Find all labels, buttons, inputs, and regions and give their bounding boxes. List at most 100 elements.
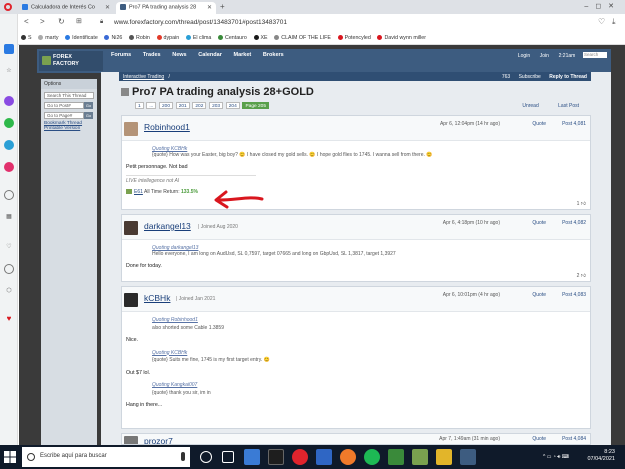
app-icon[interactable]	[460, 449, 476, 465]
history-icon[interactable]	[4, 264, 14, 274]
bookmark-xe[interactable]: XE	[253, 35, 268, 41]
quote-header[interactable]: Quoting Robinhood1	[152, 317, 590, 325]
heart-icon[interactable]: ♡	[4, 242, 14, 252]
bookmark-el-clima[interactable]: El clima	[185, 35, 211, 41]
go-to-post-input[interactable]: Go to Post# Go	[44, 102, 93, 109]
reload-icon[interactable]: ↻	[58, 17, 65, 26]
pin-icon[interactable]: ♥	[4, 314, 14, 324]
bookmark-marty[interactable]: marty	[38, 35, 58, 41]
windows-start-icon[interactable]	[4, 451, 16, 463]
bookmark-s[interactable]: S	[21, 35, 32, 41]
page-link[interactable]: ...	[146, 102, 157, 109]
bookmark-centauro[interactable]: Centauro	[218, 35, 247, 41]
speed-dial-grid-icon[interactable]: ⊞	[76, 17, 82, 25]
page-link[interactable]: 204	[225, 102, 240, 109]
go-page-button[interactable]: Go	[84, 112, 93, 119]
like-count[interactable]: 2 👍︎	[577, 273, 586, 279]
messenger-icon[interactable]	[4, 96, 14, 106]
nav-trades[interactable]: Trades	[143, 52, 161, 58]
page-link[interactable]: 200	[159, 102, 174, 109]
nav-calendar[interactable]: Calendar	[198, 52, 222, 58]
app-icon[interactable]	[388, 449, 404, 465]
join-link[interactable]: Join	[540, 53, 549, 59]
username[interactable]: prozor7	[144, 436, 173, 444]
quote-header[interactable]: Quoting KCBHk	[152, 350, 590, 358]
nav-market[interactable]: Market	[234, 52, 252, 58]
go-to-page-input[interactable]: Go to Page# Go	[44, 112, 93, 119]
bookmark-potencyled[interactable]: Potencyled	[337, 35, 371, 41]
printable-version-link[interactable]: Printable Version	[44, 126, 94, 131]
subscribe-button[interactable]: Subscribe	[519, 74, 541, 80]
last-post-button[interactable]: Last Post	[558, 103, 579, 109]
login-link[interactable]: Login	[518, 53, 530, 59]
window-controls[interactable]: –◻✕	[584, 2, 621, 10]
grid-icon[interactable]: ▦	[4, 212, 14, 222]
heart-icon[interactable]: ♡	[598, 17, 605, 26]
username[interactable]: darkangel13	[144, 221, 191, 231]
go-post-button[interactable]: Go	[84, 102, 93, 109]
quote-button[interactable]: Quote	[532, 121, 546, 127]
bookmark-claim[interactable]: CLAIM OF THE LIFE	[274, 35, 331, 41]
username[interactable]: kCBHk	[144, 293, 170, 303]
taskbar-clock[interactable]: 8:23 07/04/2021	[587, 449, 615, 463]
opera-logo-icon[interactable]	[4, 3, 12, 11]
nav-brokers[interactable]: Brokers	[263, 52, 284, 58]
download-icon[interactable]: ⤓	[612, 17, 616, 27]
quote-header[interactable]: Quoting Kangkai007	[152, 382, 590, 390]
bookmark-identificate[interactable]: Identificate	[65, 35, 98, 41]
post-number[interactable]: Post 4,083	[562, 292, 586, 298]
star-icon[interactable]: ☆	[4, 66, 14, 76]
bookmark-dypain[interactable]: dypain	[156, 35, 179, 41]
avatar[interactable]	[124, 436, 138, 444]
extensions-icon[interactable]: ⬡	[4, 286, 14, 296]
bookmark-ni26[interactable]: Ni26	[104, 35, 122, 41]
search-thread-input[interactable]: Search This Thread	[44, 92, 94, 99]
new-tab-icon[interactable]: +	[220, 2, 225, 11]
microphone-icon[interactable]	[181, 452, 185, 461]
quote-button[interactable]: Quote	[532, 220, 546, 226]
page-link[interactable]: 202	[192, 102, 207, 109]
post-number[interactable]: Post 4,084	[562, 436, 586, 442]
instagram-icon[interactable]	[4, 162, 14, 172]
app-icon[interactable]	[244, 449, 260, 465]
task-view-icon[interactable]	[222, 451, 234, 463]
taskbar-search-input[interactable]: Escribe aquí para buscar	[22, 447, 190, 467]
spotify-icon[interactable]	[364, 449, 380, 465]
breadcrumb[interactable]: Interactive Trading	[123, 74, 164, 80]
bookmark-david[interactable]: David wynn miller	[377, 35, 426, 41]
quote-button[interactable]: Quote	[532, 436, 546, 442]
search-input[interactable]: Search	[583, 52, 607, 58]
edge-icon[interactable]	[316, 449, 332, 465]
nav-forums[interactable]: Forums	[111, 52, 131, 58]
url-field[interactable]: www.forexfactory.com/thread/post/1348370…	[114, 19, 287, 26]
browser-tab-forexfactory[interactable]: Pro7 PA trading analysis 28 ✕	[116, 2, 216, 14]
page-link[interactable]: 1	[135, 102, 144, 109]
quote-button[interactable]: Quote	[532, 292, 546, 298]
unread-button[interactable]: Unread	[522, 103, 538, 109]
whatsapp-icon[interactable]	[4, 118, 14, 128]
page-link[interactable]: 203	[209, 102, 224, 109]
cortana-icon[interactable]	[200, 451, 212, 463]
app-icon[interactable]	[412, 449, 428, 465]
avatar[interactable]	[124, 221, 138, 235]
page-link[interactable]: 201	[175, 102, 190, 109]
reply-button[interactable]: Reply to Thread	[549, 74, 587, 80]
avatar[interactable]	[124, 293, 138, 307]
app-icon[interactable]	[268, 449, 284, 465]
system-tray[interactable]: ^ ▭ ◔ 🔊︎ ⌨︎	[543, 454, 569, 460]
back-icon[interactable]: <	[24, 17, 29, 26]
telegram-icon[interactable]	[4, 140, 14, 150]
username[interactable]: Robinhood1	[144, 122, 190, 132]
like-count[interactable]: 1 👍︎	[577, 201, 586, 207]
speed-dial-icon[interactable]	[4, 44, 14, 54]
close-tab-icon[interactable]: ✕	[207, 4, 212, 11]
post-number[interactable]: Post 4,082	[562, 220, 586, 226]
browser-tab-calculadora[interactable]: Calculadora de Interés Co ✕	[18, 2, 114, 14]
forexfactory-logo[interactable]: FOREX FACTORY	[39, 51, 103, 71]
folder-icon[interactable]	[436, 449, 452, 465]
post-number[interactable]: Post 4,081	[562, 121, 586, 127]
firefox-icon[interactable]	[340, 449, 356, 465]
opera-taskbar-icon[interactable]	[292, 449, 308, 465]
nav-news[interactable]: News	[172, 52, 186, 58]
avatar[interactable]	[124, 122, 138, 136]
